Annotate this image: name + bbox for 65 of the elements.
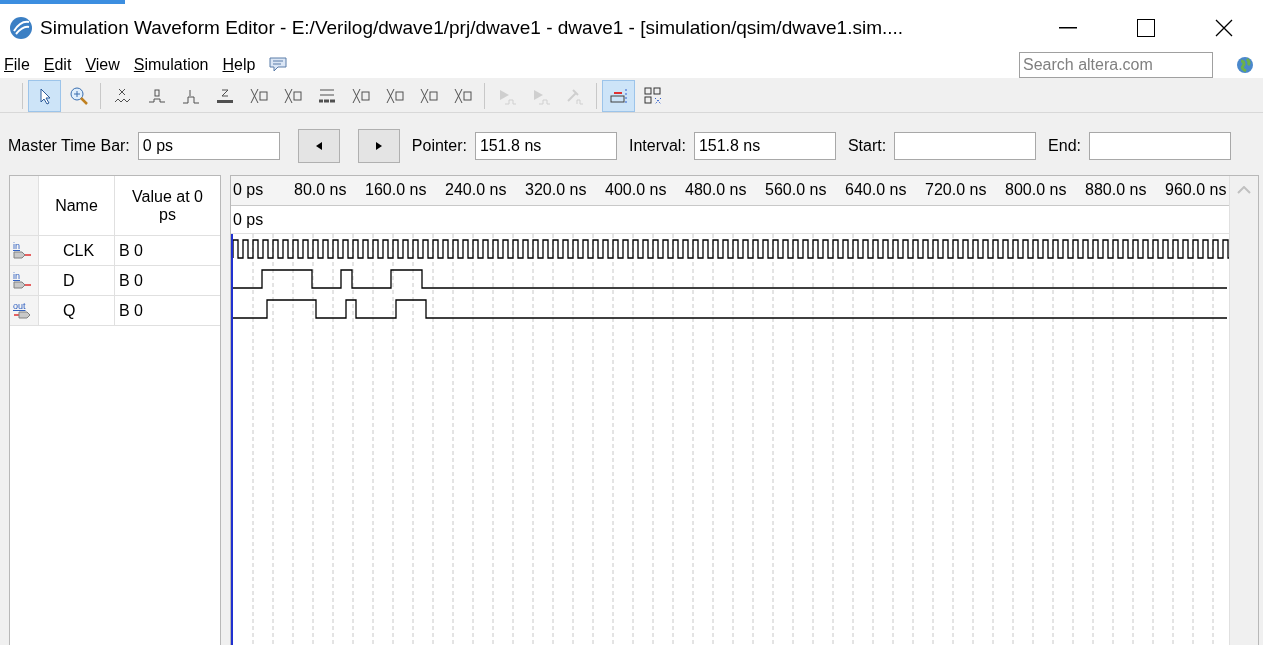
start-label: Start:	[847, 137, 887, 155]
signal-name[interactable]: D	[38, 266, 114, 295]
left-arrow-icon	[315, 142, 322, 150]
close-icon	[1215, 19, 1233, 37]
master-time-bar-field[interactable]: 0 ps	[137, 132, 280, 160]
time-tick-label: 400.0 ns	[605, 181, 667, 199]
scroll-up-icon[interactable]	[1237, 186, 1251, 194]
time-tick-label: 80.0 ns	[294, 181, 347, 199]
menu-item[interactable]: View	[85, 56, 120, 74]
menu-item[interactable]: Edit	[43, 56, 72, 74]
time-tick-label: 240.0 ns	[445, 181, 507, 199]
start-field[interactable]	[894, 132, 1037, 160]
vertical-scrollbar[interactable]	[1229, 176, 1258, 645]
high-impedance-icon	[214, 86, 235, 106]
time-tick-label: 720.0 ns	[925, 181, 987, 199]
time-tick-label: 560.0 ns	[765, 181, 827, 199]
right-arrow-icon	[375, 142, 382, 150]
signal-value: B 0	[114, 296, 220, 325]
pointer-tool-button[interactable]	[28, 80, 61, 112]
app-logo-icon	[8, 15, 34, 41]
window-title: Simulation Waveform Editor - E:/Verilog/dwave1/prj/dwave1 - dwave1 - [simulation/qsim/dwave1.sim....	[40, 17, 905, 39]
end-field[interactable]	[1089, 132, 1232, 160]
next-button[interactable]	[357, 129, 400, 163]
speech-bubble-icon[interactable]	[269, 57, 288, 73]
pointer-field[interactable]: 151.8 ns	[474, 132, 617, 160]
time-tick-label: 960.0 ns	[1165, 181, 1227, 199]
column-header: Name	[38, 176, 114, 235]
bus-value-icon	[384, 86, 405, 106]
signal-value: B 0	[114, 266, 220, 295]
time-tick-label: 160.0 ns	[365, 181, 427, 199]
maximize-icon	[1137, 19, 1155, 37]
time-tick-label: 480.0 ns	[685, 181, 747, 199]
signal-name[interactable]: CLK	[38, 236, 114, 265]
interval-label: Interval:	[628, 137, 686, 155]
time-tick-label: 800.0 ns	[1005, 181, 1067, 199]
bus-value-icon	[418, 86, 439, 106]
signal-name[interactable]: Q	[38, 296, 114, 325]
cursor-time-label: 0 ps	[233, 210, 264, 229]
snap-tool-button[interactable]	[602, 80, 635, 112]
end-label: End:	[1048, 137, 1082, 155]
pointer-label: Pointer:	[411, 137, 467, 155]
bus-value-icon	[452, 86, 473, 106]
menu-item[interactable]: Help	[222, 56, 256, 74]
menu-item[interactable]: File	[4, 56, 30, 74]
master-time-bar-label: Master Time Bar:	[8, 137, 130, 155]
search-field[interactable]: Search altera.com	[1019, 52, 1213, 78]
bus-value-icon	[350, 86, 371, 106]
column-header: Value at 0 ps	[114, 176, 220, 235]
snap-to-grid-icon	[608, 86, 629, 106]
bus-value-icon	[282, 86, 303, 106]
signal-value: B 0	[114, 236, 220, 265]
time-tick-label: 640.0 ns	[845, 181, 907, 199]
zoom-icon	[68, 86, 89, 106]
interval-field[interactable]: 151.8 ns	[693, 132, 836, 160]
time-tick-label: 0 ps	[233, 181, 264, 199]
previous-button[interactable]	[297, 129, 340, 163]
low-level-icon	[146, 86, 167, 106]
menu-item[interactable]: Simulation	[133, 56, 209, 74]
invert-icon	[316, 86, 337, 106]
time-tick-label: 320.0 ns	[525, 181, 587, 199]
minimize-icon	[1059, 27, 1077, 29]
grid-icon	[642, 86, 663, 106]
globe-icon[interactable]	[1235, 55, 1255, 75]
bus-value-icon	[248, 86, 269, 106]
time-tick-label: 880.0 ns	[1085, 181, 1147, 199]
